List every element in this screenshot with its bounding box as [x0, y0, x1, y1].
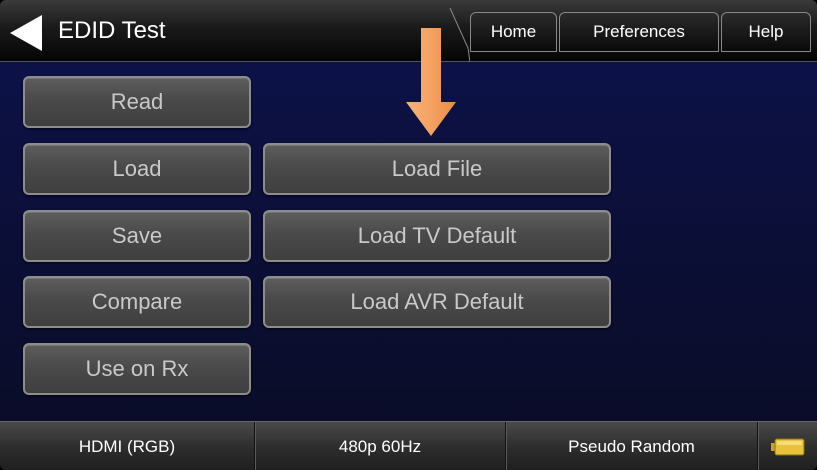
page-title: EDID Test — [58, 17, 166, 44]
load-tv-default-button[interactable]: Load TV Default — [263, 210, 611, 262]
status-bar: HDMI (RGB) 480p 60Hz Pseudo Random — [0, 421, 817, 470]
tab-preferences[interactable]: Preferences — [559, 12, 719, 52]
status-pattern[interactable]: Pseudo Random — [506, 422, 758, 470]
compare-button[interactable]: Compare — [23, 276, 251, 328]
load-button[interactable]: Load — [23, 143, 251, 195]
tab-home[interactable]: Home — [470, 12, 557, 52]
use-on-rx-button[interactable]: Use on Rx — [23, 343, 251, 395]
read-button[interactable]: Read — [23, 76, 251, 128]
status-interface[interactable]: HDMI (RGB) — [0, 422, 255, 470]
battery-icon — [770, 438, 804, 455]
back-arrow-icon[interactable] — [8, 14, 44, 52]
load-file-button[interactable]: Load File — [263, 143, 611, 195]
tab-help[interactable]: Help — [721, 12, 811, 52]
battery-status — [758, 422, 817, 470]
load-avr-default-button[interactable]: Load AVR Default — [263, 276, 611, 328]
tab-bar: Home Preferences Help — [448, 8, 811, 62]
down-arrow-icon — [406, 28, 456, 136]
edid-test-screen: EDID Test Home Preferences Help Read Loa… — [0, 0, 817, 470]
status-format[interactable]: 480p 60Hz — [255, 422, 506, 470]
save-button[interactable]: Save — [23, 210, 251, 262]
